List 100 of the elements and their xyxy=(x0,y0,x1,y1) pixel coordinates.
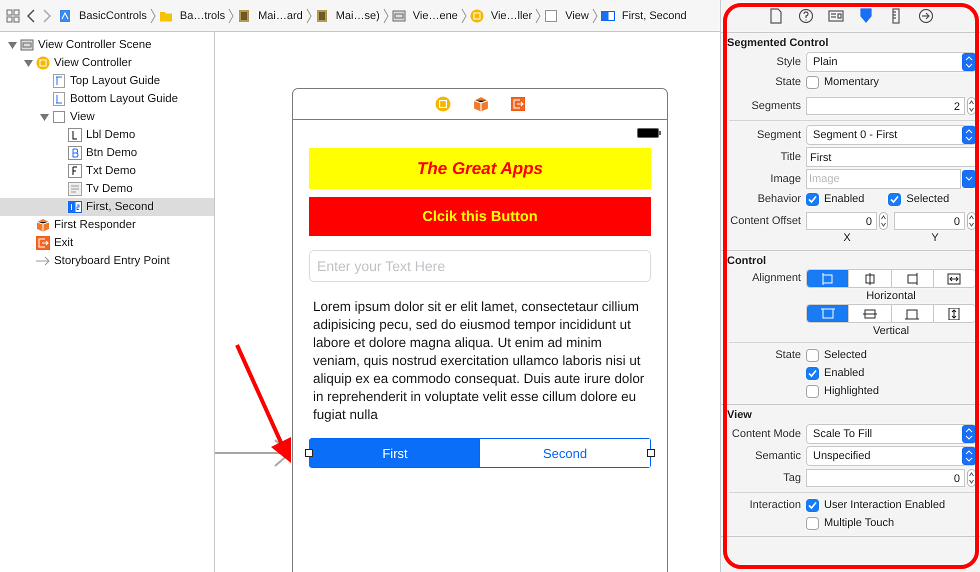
outline-row[interactable]: Bottom Layout Guide xyxy=(0,90,214,108)
field-label: Content Offset xyxy=(729,214,801,227)
text-field[interactable]: First xyxy=(806,147,976,167)
number-field[interactable]: 0 xyxy=(806,212,877,230)
popup-button[interactable]: Segment 0 - First xyxy=(806,125,976,145)
checkbox[interactable]: Multiple Touch xyxy=(806,514,976,532)
field-label: Semantic xyxy=(754,450,801,462)
outline-row[interactable]: View xyxy=(0,108,214,126)
disclosure-icon[interactable] xyxy=(24,58,33,68)
letter-l-icon xyxy=(68,128,82,142)
outline-row[interactable]: Exit xyxy=(0,234,214,252)
outline-row[interactable]: Storyboard Entry Point xyxy=(0,252,214,270)
attributes-icon[interactable] xyxy=(858,8,874,24)
checkbox-icon[interactable] xyxy=(806,366,819,380)
action-button[interactable]: Clcik this Button xyxy=(309,197,651,236)
help-icon[interactable] xyxy=(798,8,814,24)
checkbox[interactable]: Selected xyxy=(806,346,976,364)
breadcrumb-item[interactable]: Vie…ller xyxy=(490,10,532,22)
section-title: View xyxy=(726,408,753,423)
checkbox[interactable]: Highlighted xyxy=(806,382,976,400)
popup-button[interactable]: Plain xyxy=(806,52,976,72)
number-field[interactable]: 2 xyxy=(806,97,965,115)
outline-row[interactable]: Txt Demo xyxy=(0,162,214,180)
align-bottom-icon xyxy=(905,308,920,320)
chevron-icon xyxy=(962,53,976,71)
identity-icon[interactable] xyxy=(828,8,844,24)
align-right-icon xyxy=(905,272,920,284)
letter-b-icon xyxy=(68,146,82,160)
checkbox[interactable]: Selected xyxy=(888,190,950,208)
field-label: Segment xyxy=(756,129,801,141)
outline-row[interactable]: View Controller xyxy=(0,54,214,72)
back-icon[interactable] xyxy=(26,8,36,22)
resize-handle[interactable] xyxy=(305,449,313,457)
checkbox-icon[interactable] xyxy=(806,348,819,362)
outline-row[interactable]: Tv Demo xyxy=(0,180,214,198)
number-field[interactable]: 0 xyxy=(894,212,965,230)
axis-caption: Y xyxy=(930,231,940,246)
outline-row[interactable]: Lbl Demo xyxy=(0,126,214,144)
checkbox-icon[interactable] xyxy=(806,76,819,88)
text-view[interactable]: Lorem ipsum dolor sit er elit lamet, consectetaur cillium adipisicing pecu, sed do eiusmod tempor incididunt ut labore et dolore magna aliqua. Ut enim ad minim veniam, quis nostrud exercitation ullamco laboris nisi ut aliquip ex ea commodo consequat. Duis aute irure dolor in reprehenderit in voluptate velit esse cillum dolore eu fugiat nulla xyxy=(309,298,651,424)
field-label: Image xyxy=(769,173,801,185)
segment[interactable]: First xyxy=(310,439,480,467)
outline-row[interactable]: View Controller Scene xyxy=(0,36,214,54)
resize-handle[interactable] xyxy=(647,449,655,457)
field-label: State xyxy=(774,75,801,88)
breadcrumb-item[interactable]: Ba…trols xyxy=(180,10,226,22)
breadcrumb-item[interactable]: Mai…ard xyxy=(258,10,303,22)
field-label: Segments xyxy=(750,100,801,112)
text-view-icon xyxy=(68,182,82,196)
title-label: The Great Apps xyxy=(309,148,651,189)
popup-button[interactable]: Scale To Fill xyxy=(806,424,976,444)
checkbox[interactable]: Enabled xyxy=(806,190,864,208)
disclosure-icon[interactable] xyxy=(8,40,17,50)
stepper-icon[interactable] xyxy=(967,212,976,230)
grid-icon[interactable] xyxy=(6,8,20,22)
file-icon[interactable] xyxy=(768,8,784,24)
align-top-icon xyxy=(820,308,835,320)
disclosure-icon[interactable] xyxy=(40,112,49,122)
stepper-icon[interactable] xyxy=(879,212,888,230)
checkbox[interactable]: Momentary xyxy=(806,73,976,91)
checkbox-icon[interactable] xyxy=(806,384,819,398)
cube-icon[interactable] xyxy=(473,96,489,112)
align-left-icon xyxy=(820,272,835,284)
breadcrumb-item[interactable]: BasicControls xyxy=(79,10,147,22)
number-field[interactable]: 0 xyxy=(806,469,965,487)
alignment-segment[interactable] xyxy=(932,270,975,287)
checkbox[interactable]: User Interaction Enabled xyxy=(806,496,976,514)
bottom-guide-icon xyxy=(52,92,66,106)
controller-icon xyxy=(470,8,484,22)
battery-icon xyxy=(637,128,661,138)
checkbox-icon[interactable] xyxy=(888,192,902,206)
outline-row[interactable]: First Responder xyxy=(0,216,214,234)
field-label: Title xyxy=(780,151,801,163)
checkbox[interactable]: Enabled xyxy=(806,364,976,382)
connections-icon[interactable] xyxy=(918,8,934,24)
combo-box[interactable]: Image xyxy=(806,169,961,189)
chevron-icon xyxy=(962,425,976,443)
square-icon xyxy=(52,110,66,124)
checkbox-icon[interactable] xyxy=(806,498,819,512)
breadcrumb-item[interactable]: View xyxy=(565,10,589,22)
letter-f-icon xyxy=(68,164,82,178)
field-label: Interaction xyxy=(748,498,801,511)
popup-button[interactable]: Unspecified xyxy=(806,446,976,466)
outline-row[interactable]: Btn Demo xyxy=(0,144,214,162)
outline-row[interactable]: Top Layout Guide xyxy=(0,72,214,90)
breadcrumb-item[interactable]: First, Second xyxy=(622,10,687,22)
axis-caption: Vertical xyxy=(872,324,910,339)
field-label: Content Mode xyxy=(730,428,801,440)
exit-icon[interactable] xyxy=(511,97,525,111)
text-field[interactable]: Enter your Text Here xyxy=(309,250,651,282)
outline-row[interactable]: First, Second xyxy=(0,198,214,216)
stepper-icon[interactable] xyxy=(967,469,976,487)
breadcrumb-item[interactable]: Vie…ene xyxy=(412,10,458,22)
breadcrumb-item[interactable]: Mai…se) xyxy=(336,10,380,22)
alignment-segment[interactable] xyxy=(932,305,975,322)
align-middle-icon xyxy=(862,308,877,320)
top-guide-icon xyxy=(52,74,66,88)
checkbox-icon[interactable] xyxy=(806,516,819,530)
stepper-icon[interactable] xyxy=(967,97,976,115)
checkbox-icon[interactable] xyxy=(806,192,819,206)
